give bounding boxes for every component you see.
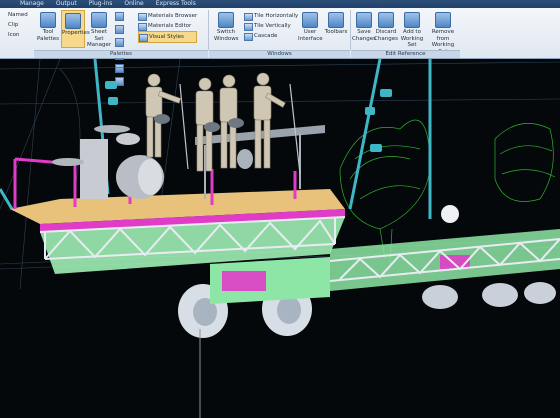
cascade-button[interactable]: Cascade	[244, 31, 298, 41]
tab-online[interactable]: Online	[124, 0, 143, 8]
palette-icon[interactable]	[115, 25, 124, 34]
palette-icon[interactable]	[115, 12, 124, 21]
tool-palettes-icon	[40, 12, 56, 28]
edit-reference-panel-title: Edit Reference	[351, 50, 460, 58]
switch-windows-icon	[218, 12, 234, 28]
divider	[350, 10, 351, 50]
add-to-working-set-button[interactable]: Add to Working Set	[400, 10, 424, 48]
user-interface-icon	[302, 12, 318, 28]
remove-from-working-set-button[interactable]: Remove from Working Set	[428, 10, 458, 55]
tool-palettes-button[interactable]: Tool Palettes	[36, 10, 60, 48]
icon-item[interactable]: Icon	[8, 30, 32, 40]
save-icon	[356, 12, 372, 28]
palettes-panel-title: Palettes	[34, 50, 208, 58]
materials-browser-button[interactable]: Materials Browser	[138, 11, 197, 21]
named-item[interactable]: Named	[8, 10, 32, 20]
toolbars-button[interactable]: Toolbars	[324, 10, 348, 48]
tab-output[interactable]: Output	[56, 0, 77, 8]
divider	[208, 10, 209, 50]
switch-windows-button[interactable]: Switch Windows	[214, 10, 239, 48]
toolbars-icon	[328, 12, 344, 28]
sphere-object	[441, 205, 459, 223]
tab-manage[interactable]: Manage	[20, 0, 44, 8]
save-changes-button[interactable]: Save Changes	[352, 10, 376, 48]
discard-icon	[378, 12, 394, 28]
window-arrange-list: Tile Horizontally Tile Vertically Cascad…	[244, 11, 298, 41]
figure-guitarist-3	[253, 72, 286, 169]
ribbon-tab-bar: Manage Output Plug-ins Online Express To…	[0, 0, 560, 8]
palette-icon[interactable]	[115, 38, 124, 47]
materials-list: Materials Browser Materials Editor Visua…	[138, 11, 198, 43]
tab-express-tools[interactable]: Express Tools	[156, 0, 196, 8]
properties-icon	[65, 13, 81, 29]
properties-button[interactable]: Properties	[61, 10, 90, 48]
sheet-set-icon	[91, 12, 107, 28]
named-views-list: Named Clip Icon	[8, 10, 32, 40]
tab-plug-ins[interactable]: Plug-ins	[89, 0, 113, 8]
drawing-viewport[interactable]	[0, 59, 560, 418]
discard-changes-button[interactable]: Discard Changes	[374, 10, 398, 48]
visual-styles-button[interactable]: Visual Styles	[138, 31, 198, 43]
windows-panel-title: Windows	[209, 50, 350, 58]
add-set-icon	[404, 12, 420, 28]
tile-vertically-button[interactable]: Tile Vertically	[244, 21, 298, 31]
sheet-set-manager-button[interactable]: Sheet Set Manager	[87, 10, 111, 48]
user-interface-button[interactable]: User Interface	[298, 10, 323, 48]
clip-item[interactable]: Clip	[8, 20, 32, 30]
tile-horizontally-button[interactable]: Tile Horizontally	[244, 11, 298, 21]
ribbon: Named Clip Icon Tool Palettes Properties…	[0, 8, 560, 86]
remove-set-icon	[435, 12, 451, 28]
stage-model-render	[0, 59, 560, 418]
materials-editor-button[interactable]: Materials Editor	[138, 21, 197, 31]
